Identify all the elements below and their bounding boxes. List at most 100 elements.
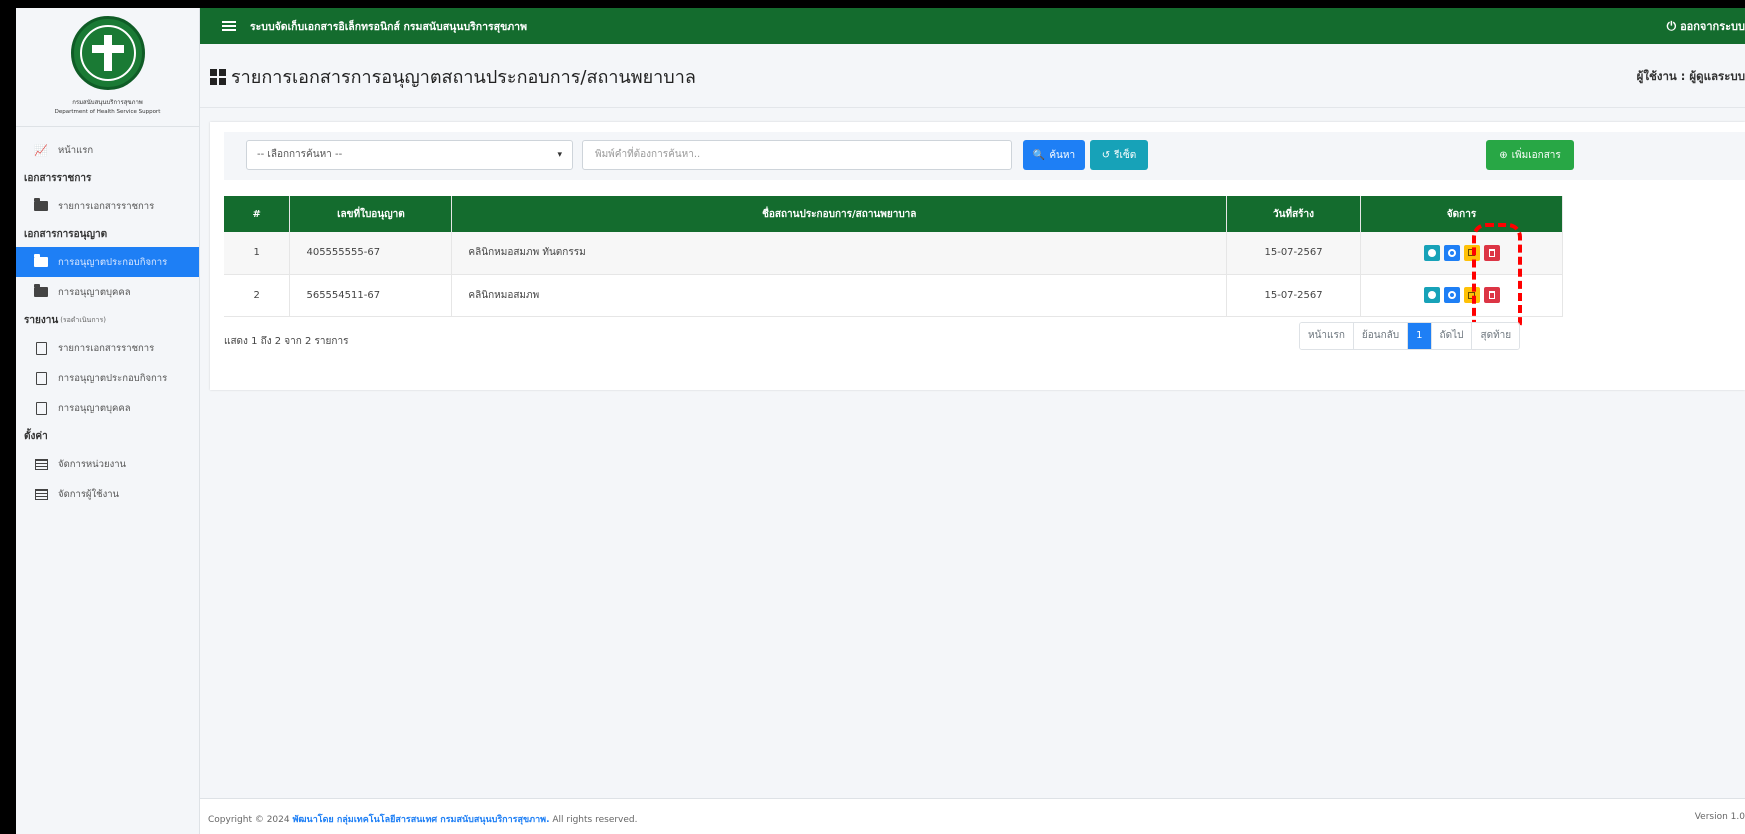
view-icon <box>1447 291 1456 299</box>
ministry-logo <box>70 16 145 90</box>
search-type-selected: -- เลือกการค้นหา -- <box>257 149 343 160</box>
copyright-suffix: All rights reserved. <box>552 815 638 825</box>
cell-name: คลินิกหมอสมภพ <box>451 274 1228 317</box>
info-button[interactable] <box>1423 287 1440 303</box>
sidebar-header-settings: ตั้งค่า <box>24 430 48 442</box>
view-button[interactable] <box>1443 287 1460 303</box>
search-type-select[interactable]: -- เลือกการค้นหา -- ▾ <box>246 140 573 170</box>
sidebar-item-label: รายการเอกสารราชการ <box>58 342 155 354</box>
page-current[interactable]: 1 <box>1408 323 1432 349</box>
sidebar-header-official-docs: เอกสารราชการ <box>24 172 92 184</box>
search-icon: 🔍 <box>1032 149 1046 161</box>
cell-actions <box>1360 232 1563 275</box>
sidebar-item-official-docs[interactable]: รายการเอกสารราชการ <box>16 191 199 221</box>
list-table-icon <box>34 488 48 500</box>
cell-license: 565554511-67 <box>289 274 453 317</box>
table-row: 2 565554511-67 คลินิกหมอสมภพ 15-07-2567 <box>224 274 1563 317</box>
sidebar-header-permit-docs: เอกสารการอนุญาต <box>24 228 108 240</box>
sidebar-item-report-personal-permits[interactable]: การอนุญาตบุคคล <box>16 393 199 423</box>
footer: Copyright © 2024 พัฒนาโดย กลุ่มเทคโนโลยี… <box>200 798 1745 834</box>
table-row: 1 405555555-67 คลินิกหมอสมภพ ทันตกรรม 15… <box>224 232 1563 275</box>
page-first[interactable]: หน้าแรก <box>1300 323 1354 349</box>
info-icon <box>1427 291 1436 299</box>
folder-open-icon <box>34 198 48 212</box>
cell-name: คลินิกหมอสมภพ ทันตกรรม <box>451 232 1228 275</box>
col-header-no: # <box>224 196 291 232</box>
topbar: ระบบจัดเก็บเอกสารอิเล็กทรอนิกส์ กรมสนับส… <box>200 8 1745 44</box>
view-button[interactable] <box>1443 244 1460 261</box>
info-icon <box>1427 248 1436 257</box>
power-icon: ⏻ <box>1666 18 1677 33</box>
developer-link[interactable]: พัฒนาโดย กลุ่มเทคโนโลยีสารสนเทศ กรมสนับส… <box>292 815 549 825</box>
sidebar-item-label: การอนุญาตประกอบกิจการ <box>58 372 168 384</box>
logout-label: ออกจากระบบ <box>1680 20 1745 33</box>
sidebar-item-home[interactable]: 📈 หน้าแรก <box>16 135 199 165</box>
table-header-row: # เลขที่ใบอนุญาต ชื่อสถานประกอบการ/สถานพ… <box>224 196 1563 232</box>
page-last[interactable]: สุดท้าย <box>1472 323 1520 349</box>
copyright-prefix: Copyright © 2024 <box>208 815 290 825</box>
view-icon <box>1447 248 1456 257</box>
undo-icon: ↺ <box>1101 149 1111 161</box>
col-header-created: วันที่สร้าง <box>1226 196 1362 232</box>
app-title: ระบบจัดเก็บเอกสารอิเล็กทรอนิกส์ กรมสนับส… <box>250 20 527 33</box>
sidebar-item-business-permits[interactable]: การอนุญาตประกอบกิจการ <box>16 247 199 277</box>
sidebar: กรมสนับสนุนบริการสุขภาพ Department of He… <box>16 8 200 834</box>
page-title-text: รายการเอกสารการอนุญาตสถานประกอบการ/สถานพ… <box>231 67 696 88</box>
hamburger-menu-icon[interactable] <box>222 19 236 33</box>
page-next[interactable]: ถัดไป <box>1431 323 1473 349</box>
chart-line-icon: 📈 <box>34 143 48 157</box>
documents-table: # เลขที่ใบอนุญาต ชื่อสถานประกอบการ/สถานพ… <box>224 196 1563 317</box>
brand-name-th: กรมสนับสนุนบริการสุขภาพ <box>72 99 143 106</box>
current-user-label: ผู้ใช้งาน : ผู้ดูแลระบบ <box>1636 69 1745 83</box>
sidebar-nav: 📈 หน้าแรก เอกสารราชการ รายการเอกสารราชกา… <box>16 127 199 509</box>
document-list-card: -- เลือกการค้นหา -- ▾ พิมพ์คำที่ต้องการค… <box>210 122 1745 390</box>
table-summary: แสดง 1 ถึง 2 จาก 2 รายการ <box>224 336 349 347</box>
cell-actions <box>1360 274 1563 317</box>
reset-button[interactable]: ↺ รีเซ็ต <box>1090 140 1148 170</box>
list-table-icon <box>34 458 48 470</box>
sidebar-item-report-official-docs[interactable]: รายการเอกสารราชการ <box>16 333 199 363</box>
sidebar-item-personal-permits[interactable]: การอนุญาตบุคคล <box>16 277 199 307</box>
add-document-button[interactable]: ⊕ เพิ่มเอกสาร <box>1486 140 1574 170</box>
delete-highlight-annotation <box>1472 223 1522 337</box>
reset-button-label: รีเซ็ต <box>1114 149 1137 161</box>
sidebar-header-reports: รายงาน (รอดำเนินการ) <box>16 307 199 333</box>
search-input[interactable]: พิมพ์คำที่ต้องการค้นหา.. <box>582 140 1012 170</box>
sidebar-item-label: จัดการหน่วยงาน <box>58 458 127 470</box>
sidebar-item-label: หน้าแรก <box>58 144 94 156</box>
col-header-license: เลขที่ใบอนุญาต <box>289 196 453 232</box>
add-document-label: เพิ่มเอกสาร <box>1511 149 1561 161</box>
search-button[interactable]: 🔍 ค้นหา <box>1023 140 1085 170</box>
info-button[interactable] <box>1423 244 1440 261</box>
cell-created: 15-07-2567 <box>1226 274 1362 317</box>
cell-license: 405555555-67 <box>289 232 453 275</box>
sidebar-item-manage-units[interactable]: จัดการหน่วยงาน <box>16 449 199 479</box>
pdf-file-icon <box>34 401 48 415</box>
page-prev[interactable]: ย้อนกลับ <box>1353 323 1409 349</box>
sidebar-header-sub: (รอดำเนินการ) <box>60 315 106 324</box>
sidebar-item-label: การอนุญาตประกอบกิจการ <box>58 256 168 268</box>
sidebar-item-manage-users[interactable]: จัดการผู้ใช้งาน <box>16 479 199 509</box>
brand-name-en: Department of Health Service Support <box>54 109 161 115</box>
main-content: -- เลือกการค้นหา -- ▾ พิมพ์คำที่ต้องการค… <box>200 108 1745 798</box>
folder-open-icon <box>34 254 48 268</box>
version-label: Version 1.0 <box>1694 812 1745 822</box>
grid-tiles-icon <box>210 68 226 85</box>
cell-created: 15-07-2567 <box>1226 232 1362 275</box>
col-header-name: ชื่อสถานประกอบการ/สถานพยาบาล <box>451 196 1228 232</box>
page-title: รายการเอกสารการอนุญาตสถานประกอบการ/สถานพ… <box>210 62 696 91</box>
col-header-actions: จัดการ <box>1360 196 1563 232</box>
sidebar-item-label: การอนุญาตบุคคล <box>58 402 131 414</box>
cell-no: 1 <box>224 232 291 275</box>
sidebar-item-report-business-permits[interactable]: การอนุญาตประกอบกิจการ <box>16 363 199 393</box>
logout-button[interactable]: ⏻ ออกจากระบบ <box>1667 8 1745 44</box>
pdf-file-icon <box>34 341 48 355</box>
sidebar-item-label: จัดการผู้ใช้งาน <box>58 488 120 500</box>
folder-open-icon <box>34 284 48 298</box>
cell-no: 2 <box>224 274 291 317</box>
copyright: Copyright © 2024 พัฒนาโดย กลุ่มเทคโนโลยี… <box>208 812 638 826</box>
plus-circle-icon: ⊕ <box>1499 149 1508 161</box>
search-toolbar: -- เลือกการค้นหา -- ▾ พิมพ์คำที่ต้องการค… <box>224 132 1745 180</box>
chevron-down-icon: ▾ <box>557 150 562 160</box>
pagination: หน้าแรก ย้อนกลับ 1 ถัดไป สุดท้าย <box>1299 322 1521 350</box>
